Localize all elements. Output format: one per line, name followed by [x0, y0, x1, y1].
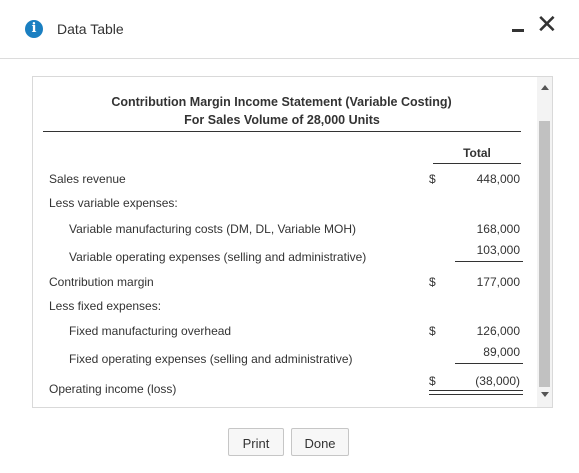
- subtotal-line: [455, 261, 523, 262]
- row-amount: 448,000: [476, 172, 520, 186]
- statement-panel: Contribution Margin Income Statement (Va…: [32, 76, 553, 408]
- scroll-down-icon[interactable]: [541, 392, 549, 397]
- total-double-underline: [429, 390, 523, 395]
- row-amount: 89,000: [483, 345, 520, 359]
- row-label: Variable operating expenses (selling and…: [69, 250, 367, 264]
- print-button[interactable]: Print: [228, 428, 284, 456]
- row-label: Variable manufacturing costs (DM, DL, Va…: [69, 222, 356, 236]
- row-label: Fixed operating expenses (selling and ad…: [69, 352, 353, 366]
- dollar-sign: $: [429, 374, 436, 388]
- row-sales-revenue: Sales revenue $ 448,000: [33, 172, 530, 190]
- row-label: Contribution margin: [49, 275, 154, 289]
- row-fixed-manufacturing: Fixed manufacturing overhead $ 126,000: [33, 324, 530, 342]
- row-label: Operating income (loss): [49, 382, 177, 396]
- subtotal-line: [455, 363, 523, 364]
- info-icon: i: [25, 20, 43, 38]
- row-contribution-margin: Contribution margin $ 177,000: [33, 275, 530, 293]
- dollar-sign: $: [429, 324, 436, 338]
- close-icon[interactable]: ✕: [536, 12, 558, 38]
- dialog-titlebar: i Data Table ✕: [0, 0, 579, 59]
- row-amount: (38,000): [475, 374, 520, 388]
- dollar-sign: $: [429, 172, 436, 186]
- row-amount: 126,000: [476, 324, 520, 338]
- row-variable-operating: Variable operating expenses (selling and…: [33, 243, 530, 268]
- dialog-title: Data Table: [57, 21, 124, 37]
- vertical-scrollbar[interactable]: [537, 77, 552, 407]
- statement-title: Contribution Margin Income Statement (Va…: [111, 95, 452, 109]
- row-variable-manufacturing: Variable manufacturing costs (DM, DL, Va…: [33, 222, 530, 240]
- row-less-fixed: Less fixed expenses:: [33, 299, 530, 317]
- row-amount: 177,000: [476, 275, 520, 289]
- minimize-icon[interactable]: [512, 19, 526, 37]
- scroll-up-icon[interactable]: [541, 85, 549, 90]
- row-amount: 168,000: [476, 222, 520, 236]
- row-fixed-operating: Fixed operating expenses (selling and ad…: [33, 345, 530, 370]
- row-label: Sales revenue: [49, 172, 126, 186]
- row-amount: 103,000: [476, 243, 520, 257]
- row-label: Less variable expenses:: [49, 196, 178, 210]
- statement-subtitle: For Sales Volume of 28,000 Units: [43, 113, 521, 132]
- row-label: Less fixed expenses:: [49, 299, 162, 313]
- column-header-total: Total: [433, 146, 521, 164]
- row-less-variable: Less variable expenses:: [33, 196, 530, 214]
- done-button[interactable]: Done: [291, 428, 349, 456]
- row-label: Fixed manufacturing overhead: [69, 324, 232, 338]
- scroll-thumb[interactable]: [539, 121, 550, 387]
- dollar-sign: $: [429, 275, 436, 289]
